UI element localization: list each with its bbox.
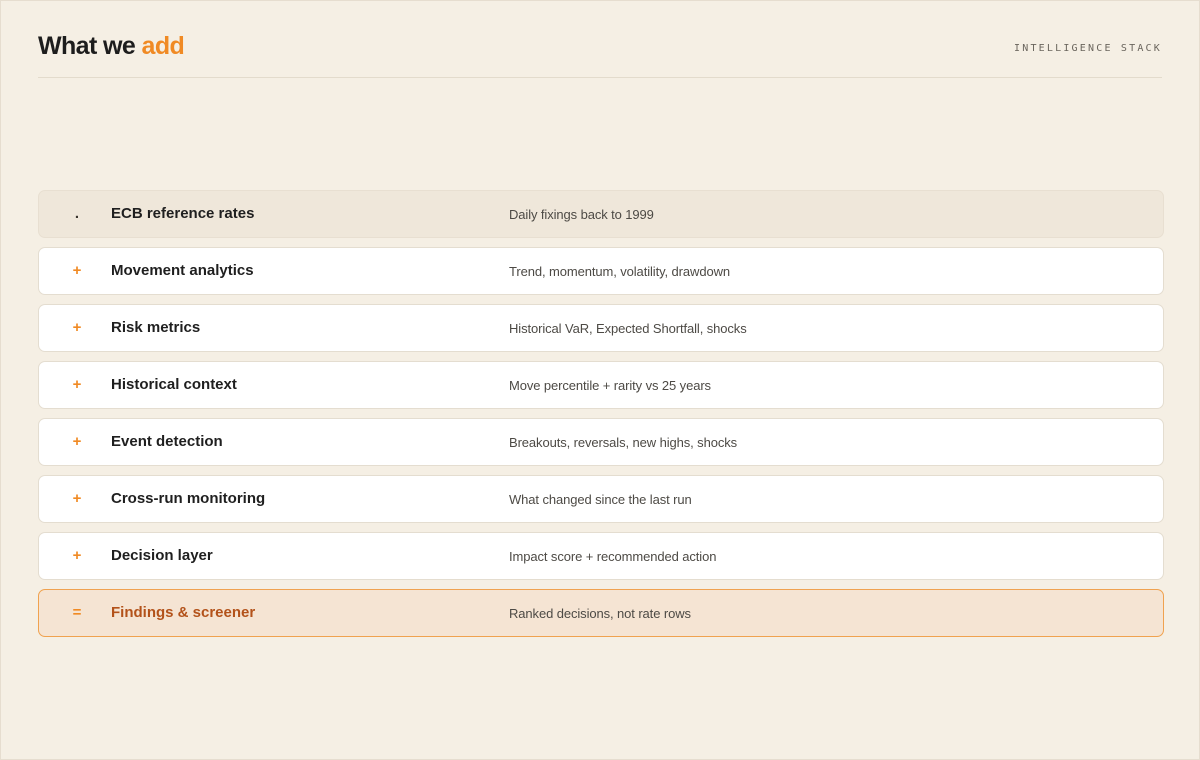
page-title: What we add <box>38 31 185 61</box>
stack-row-name: Movement analytics <box>111 262 254 279</box>
stack-row-description: Move percentile + rarity vs 25 years <box>509 378 711 393</box>
dot-icon: . <box>74 205 80 222</box>
stack-row-description: Breakouts, reversals, new highs, shocks <box>509 435 738 450</box>
stack-row-historical-context: + Historical context Move percentile + r… <box>38 361 1164 409</box>
section-eyebrow: INTELLIGENCE STACK <box>1014 43 1162 54</box>
stack-row-name: Decision layer <box>111 547 213 564</box>
title-accent: add <box>141 32 185 60</box>
stack-row-findings-screener: = Findings & screener Ranked decisions, … <box>38 589 1164 637</box>
stack-row-event-detection: + Event detection Breakouts, reversals, … <box>38 418 1164 466</box>
stack-row-ecb-reference-rates: . ECB reference rates Daily fixings back… <box>38 190 1164 238</box>
title-prefix: What we <box>38 32 142 60</box>
stack-row-movement-analytics: + Movement analytics Trend, momentum, vo… <box>38 247 1164 295</box>
stack-row-description: Impact score + recommended action <box>509 549 717 564</box>
stack-row-description: Trend, momentum, volatility, drawdown <box>509 264 730 279</box>
stack-row-name: Cross-run monitoring <box>111 490 266 507</box>
stack-row-name: Historical context <box>111 376 237 393</box>
stack-row-cross-run-monitoring: + Cross-run monitoring What changed sinc… <box>38 475 1164 523</box>
stack-row-description: Historical VaR, Expected Shortfall, shoc… <box>509 321 747 336</box>
stack-row-description: Daily fixings back to 1999 <box>509 207 654 222</box>
page-header: What we add INTELLIGENCE STACK <box>38 29 1162 78</box>
plus-icon: + <box>72 547 82 564</box>
plus-icon: + <box>72 376 82 393</box>
stack-row-description: Ranked decisions, not rate rows <box>509 606 691 621</box>
stack-row-description: What changed since the last run <box>509 492 692 507</box>
plus-icon: + <box>72 262 82 279</box>
stack-row-name: Event detection <box>111 433 223 450</box>
plus-icon: + <box>72 490 82 507</box>
plus-icon: + <box>72 433 82 450</box>
intelligence-stack-list: . ECB reference rates Daily fixings back… <box>38 190 1164 646</box>
plus-icon: + <box>72 319 82 336</box>
stack-row-name: Risk metrics <box>111 319 201 336</box>
stack-row-name: ECB reference rates <box>111 205 255 222</box>
equals-icon: = <box>72 604 82 621</box>
stack-row-name: Findings & screener <box>111 604 256 621</box>
stack-row-risk-metrics: + Risk metrics Historical VaR, Expected … <box>38 304 1164 352</box>
stack-row-decision-layer: + Decision layer Impact score + recommen… <box>38 532 1164 580</box>
